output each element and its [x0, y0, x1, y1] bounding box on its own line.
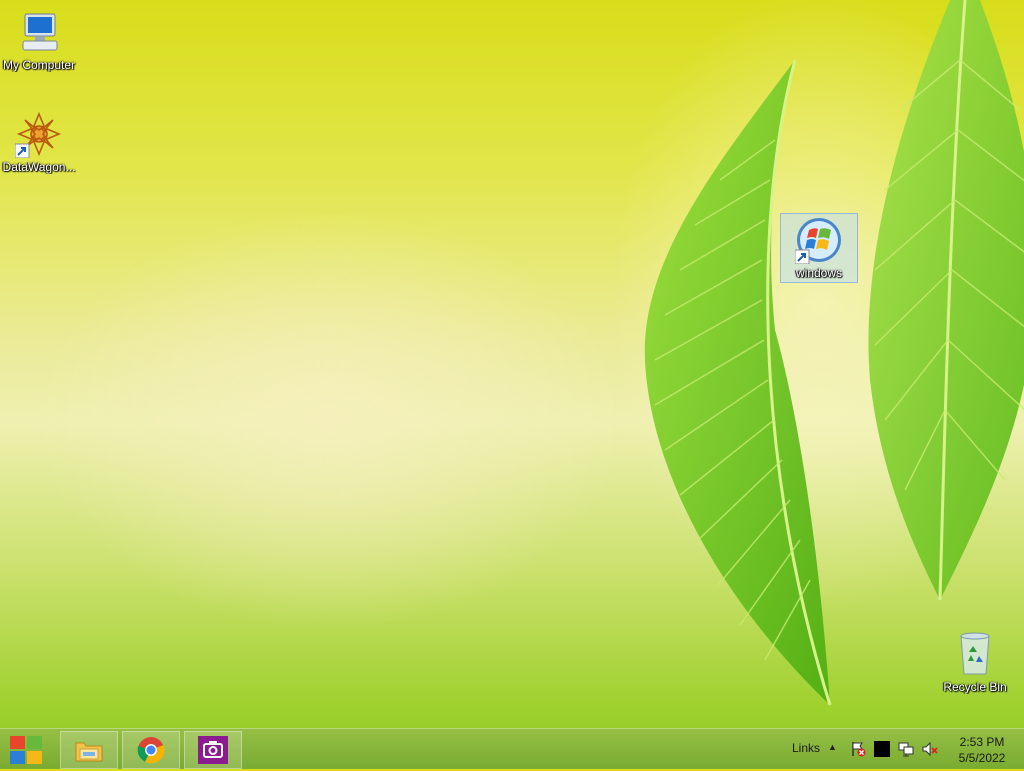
action-center-flag-icon[interactable]: [850, 741, 866, 757]
datawagon-icon: [14, 110, 63, 159]
camera-icon: [198, 736, 228, 764]
desktop-icon-label: My Computer: [2, 58, 76, 72]
taskbar-file-explorer[interactable]: [60, 731, 118, 769]
computer-icon: [15, 8, 63, 56]
wallpaper-leaf-right: [868, 0, 1024, 601]
network-icon[interactable]: [898, 741, 914, 757]
taskbar: Links ▲ 2:53 PM 5/5/2022: [0, 728, 1024, 769]
desktop-icon-recycle-bin[interactable]: Recycle Bin: [936, 630, 1014, 694]
start-icon: [10, 736, 42, 764]
desktop-icon-my-computer[interactable]: My Computer: [0, 8, 78, 72]
wallpaper-leaf-left: [644, 59, 832, 706]
file-explorer-icon: [75, 742, 103, 762]
clock-time: 2:53 PM: [959, 735, 1005, 749]
windows-logo-icon: [794, 216, 843, 265]
desktop-icon-label: windows: [795, 266, 843, 280]
black-square-icon[interactable]: [874, 741, 890, 757]
desktop-icon-datawagon[interactable]: DataWagon...: [0, 110, 78, 174]
desktop-icon-label: DataWagon...: [2, 160, 76, 174]
chrome-icon: [137, 737, 165, 764]
desktop-icon-windows[interactable]: windows: [780, 213, 858, 283]
taskbar-chrome[interactable]: [122, 731, 180, 769]
links-toolbar[interactable]: Links: [792, 741, 820, 755]
start-button[interactable]: [8, 734, 44, 766]
recycle-bin-icon: [951, 630, 999, 678]
volume-muted-icon[interactable]: [922, 741, 938, 757]
system-clock[interactable]: 2:53 PM 5/5/2022: [952, 734, 1012, 766]
desktop-icon-label: Recycle Bin: [943, 680, 1007, 694]
taskbar-camera[interactable]: [184, 731, 242, 769]
chevron-up-icon[interactable]: ▲: [828, 742, 837, 752]
clock-date: 5/5/2022: [958, 751, 1006, 765]
